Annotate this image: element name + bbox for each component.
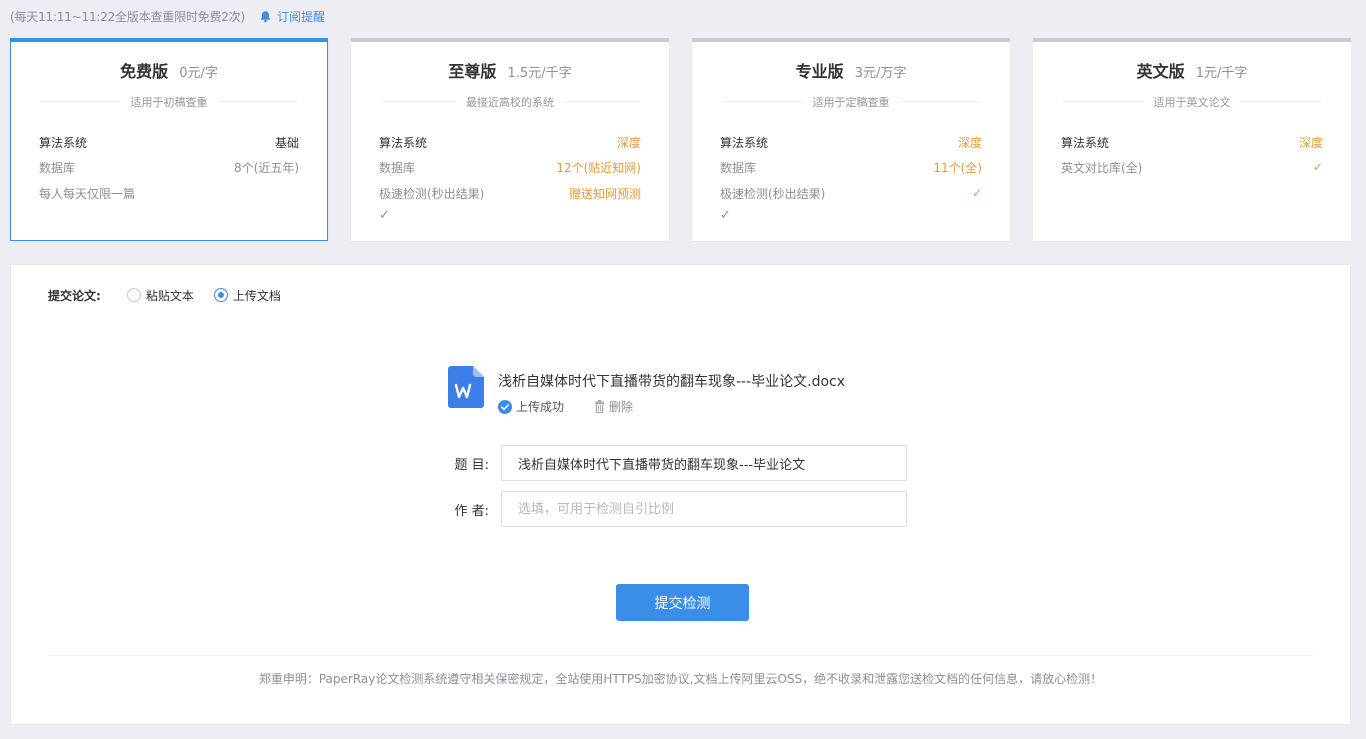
plan-card-professional[interactable]: 专业版 3元/万字 适用于定稿查重 算法系统 深度 数据库 11个(全) 极速检… bbox=[692, 38, 1010, 241]
trash-icon bbox=[595, 400, 605, 413]
feature-value: 深度 bbox=[957, 135, 982, 150]
plan-header: 至尊版 1.5元/千字 bbox=[351, 58, 669, 82]
feature-value: 深度 bbox=[1298, 135, 1323, 150]
plan-price: 1元/千字 bbox=[1195, 66, 1248, 81]
feature-key: 极速检测(秒出结果) bbox=[379, 186, 485, 201]
radio-upload-doc[interactable]: 上传文档 bbox=[213, 287, 281, 304]
plan-desc-divider: 最接近高校的系统 bbox=[381, 94, 639, 110]
check-icon: ✓ bbox=[1312, 160, 1323, 174]
feature-row: 算法系统 深度 bbox=[379, 134, 641, 150]
plan-name: 英文版 bbox=[1136, 62, 1185, 81]
free-time-note: (每天11:11~11:22全版本查重限时免费2次) bbox=[10, 9, 246, 24]
feature-value: 11个(全) bbox=[933, 160, 982, 175]
check-icon: ✓ bbox=[720, 208, 731, 223]
plan-card-english[interactable]: 英文版 1元/千字 适用于英文论文 算法系统 深度 英文对比库(全) ✓ bbox=[1033, 38, 1351, 241]
upload-success: 上传成功 bbox=[498, 398, 564, 415]
feature-row: 数据库 12个(贴近知网) bbox=[379, 159, 641, 175]
check-icon: ✓ bbox=[971, 186, 982, 200]
check-icon: ✓ bbox=[379, 208, 390, 223]
submit-check-button[interactable]: 提交检测 bbox=[616, 584, 749, 621]
plan-desc-divider: 适用于英文论文 bbox=[1063, 94, 1321, 110]
feature-row: 极速检测(秒出结果) 赠送知网预测 bbox=[379, 185, 641, 201]
feature-row: 数据库 8个(近五年) bbox=[39, 159, 299, 175]
feature-row: 算法系统 深度 bbox=[1061, 134, 1323, 150]
plan-desc: 适用于英文论文 bbox=[1143, 94, 1241, 110]
feature-row: 数据库 11个(全) bbox=[720, 159, 982, 175]
feature-value: 基础 bbox=[274, 135, 299, 150]
author-label: 作 者: bbox=[454, 503, 489, 519]
feature-key: 数据库 bbox=[379, 160, 416, 175]
plan-desc-divider: 适用于定稿查重 bbox=[722, 94, 980, 110]
title-input[interactable] bbox=[501, 445, 907, 481]
top-notice-bar: (每天11:11~11:22全版本查重限时免费2次) 订阅提醒 bbox=[10, 6, 325, 26]
delete-file-button[interactable]: 删除 bbox=[594, 398, 633, 415]
upload-status-text: 上传成功 bbox=[516, 400, 565, 414]
subscribe-reminder-label: 订阅提醒 bbox=[277, 9, 326, 24]
feature-value: 赠送知网预测 bbox=[568, 186, 641, 201]
author-row: 作 者: bbox=[447, 491, 907, 527]
plan-price: 0元/字 bbox=[179, 66, 218, 81]
feature-value: 12个(贴近知网) bbox=[556, 160, 641, 175]
title-row: 题 目: bbox=[447, 445, 907, 481]
submission-panel: 提交论文: 粘贴文本 上传文档 浅析自媒体时代下直播带货的翻车现象---毕业论文… bbox=[10, 264, 1351, 725]
radio-paste-text[interactable]: 粘贴文本 bbox=[126, 287, 194, 304]
plan-card-free[interactable]: 免费版 0元/字 适用于初稿查重 算法系统 基础 数据库 8个(近五年) 每人每… bbox=[10, 38, 328, 241]
plan-cards: 免费版 0元/字 适用于初稿查重 算法系统 基础 数据库 8个(近五年) 每人每… bbox=[10, 38, 1351, 242]
plan-header: 专业版 3元/万字 bbox=[692, 58, 1010, 82]
feature-row: 每人每天仅限一篇 bbox=[39, 185, 299, 201]
feature-row: 极速检测(秒出结果) ✓ bbox=[720, 185, 982, 201]
file-name: 浅析自媒体时代下直播带货的翻车现象---毕业论文.docx bbox=[498, 374, 846, 390]
radio-circle-selected[interactable] bbox=[213, 288, 228, 302]
word-doc-icon bbox=[448, 366, 484, 408]
plan-name: 专业版 bbox=[795, 62, 844, 81]
subscribe-reminder-link[interactable]: 订阅提醒 bbox=[259, 8, 325, 25]
feature-key: 算法系统 bbox=[1061, 135, 1110, 150]
privacy-statement: 郑重申明：PaperRay论文检测系统遵守相关保密规定，全站使用HTTPS加密协… bbox=[258, 672, 1103, 686]
feature-row: 算法系统 深度 bbox=[720, 134, 982, 150]
plan-price: 1.5元/千字 bbox=[507, 66, 572, 81]
file-status-row: 上传成功 删除 bbox=[498, 398, 633, 415]
plan-name: 至尊版 bbox=[448, 62, 497, 81]
radio-label: 上传文档 bbox=[232, 288, 281, 303]
title-label: 题 目: bbox=[454, 457, 489, 473]
feature-key: 算法系统 bbox=[379, 135, 428, 150]
delete-label: 删除 bbox=[609, 400, 634, 414]
feature-key: 极速检测(秒出结果) bbox=[720, 186, 826, 201]
feature-key: 算法系统 bbox=[39, 135, 88, 150]
plan-desc: 适用于定稿查重 bbox=[802, 94, 900, 110]
radio-circle[interactable] bbox=[126, 288, 141, 302]
plan-card-supreme[interactable]: 至尊版 1.5元/千字 最接近高校的系统 算法系统 深度 数据库 12个(贴近知… bbox=[351, 38, 669, 241]
plan-desc-divider: 适用于初稿查重 bbox=[41, 94, 297, 110]
plan-price: 3元/万字 bbox=[854, 66, 907, 81]
feature-key: 数据库 bbox=[39, 160, 76, 175]
feature-value: 8个(近五年) bbox=[234, 160, 299, 175]
feature-key: 英文对比库(全) bbox=[1061, 160, 1143, 175]
footer-divider bbox=[48, 655, 1313, 656]
feature-row: 英文对比库(全) ✓ bbox=[1061, 159, 1323, 175]
bell-icon bbox=[260, 10, 271, 22]
feature-key: 数据库 bbox=[720, 160, 757, 175]
check-circle-icon bbox=[498, 399, 512, 414]
feature-value: 深度 bbox=[616, 135, 641, 150]
feature-key: 算法系统 bbox=[720, 135, 769, 150]
plan-header: 英文版 1元/千字 bbox=[1033, 58, 1351, 82]
plan-desc: 适用于初稿查重 bbox=[120, 94, 218, 110]
feature-row: 算法系统 基础 bbox=[39, 134, 299, 150]
submit-mode-row: 提交论文: 粘贴文本 上传文档 bbox=[48, 286, 301, 304]
submit-mode-label: 提交论文: bbox=[48, 288, 101, 303]
radio-label: 粘贴文本 bbox=[145, 288, 194, 303]
plan-desc: 最接近高校的系统 bbox=[456, 94, 564, 110]
plan-header: 免费版 0元/字 bbox=[11, 58, 327, 82]
plan-name: 免费版 bbox=[120, 62, 169, 81]
author-input[interactable] bbox=[501, 491, 907, 527]
feature-key: 每人每天仅限一篇 bbox=[39, 186, 136, 201]
